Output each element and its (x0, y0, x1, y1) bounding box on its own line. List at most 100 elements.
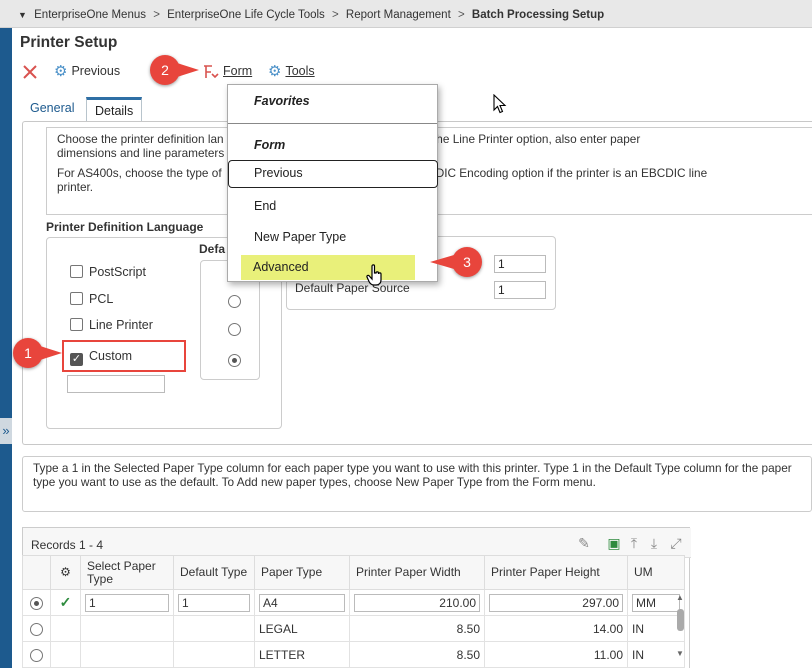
option-label: Line Printer (89, 318, 153, 332)
download-icon[interactable]: ⤓ (645, 534, 663, 552)
select-cell[interactable]: 1 (80, 589, 174, 616)
form-icon (204, 64, 219, 78)
width-cell[interactable]: 8.50 (349, 615, 485, 642)
description-text: For AS400s, choose the type of (57, 166, 222, 180)
column-select-paper-type[interactable]: Select Paper Type (80, 555, 174, 590)
form-menu-button[interactable]: Form (202, 60, 252, 82)
default-radio[interactable] (228, 295, 241, 308)
records-count: Records 1 - 4 (31, 538, 104, 552)
menu-favorites-header: Favorites (254, 94, 310, 108)
width-input[interactable]: 210.00 (354, 593, 480, 612)
grid-scrollbar[interactable]: ▲ ▼ (674, 593, 686, 663)
expand-rail-icon[interactable]: » (0, 418, 12, 444)
default-radio-selected[interactable] (228, 354, 241, 367)
table-row[interactable]: ✓ 1 1 A4 210.00 297.00 MM (22, 589, 685, 616)
height-cell[interactable]: 11.00 (484, 641, 628, 668)
paper-type-cell[interactable]: LETTER (254, 641, 350, 668)
default-cell[interactable] (173, 615, 255, 642)
callout-1: 1 (13, 338, 43, 368)
menu-item-new-paper-type[interactable]: New Paper Type (254, 230, 346, 244)
column-default-type[interactable]: Default Type (173, 555, 255, 590)
option-line-printer[interactable]: Line Printer (70, 317, 153, 333)
callout-pointer (430, 255, 454, 269)
column-printer-paper-width[interactable]: Printer Paper Width (349, 555, 485, 590)
menu-item-advanced[interactable]: Advanced (241, 255, 415, 280)
menu-form-header: Form (254, 138, 286, 152)
check-icon: ✓ (50, 589, 81, 616)
tab-general[interactable]: General (22, 97, 82, 121)
row-radio[interactable] (22, 589, 51, 616)
gear-icon: ⚙ (54, 62, 68, 80)
width-cell[interactable]: 210.00 (349, 589, 485, 616)
status-cell (50, 641, 81, 668)
tools-menu-button[interactable]: ⚙ Tools (268, 60, 315, 82)
scroll-up-icon[interactable]: ▲ (676, 593, 684, 602)
select-cell[interactable] (80, 641, 174, 668)
option-pcl[interactable]: PCL (70, 291, 113, 307)
option-label: PostScript (89, 265, 146, 279)
option-postscript[interactable]: PostScript (70, 264, 146, 280)
default-heading: Defa (199, 242, 226, 256)
tools-label: Tools (285, 64, 315, 78)
form-label: Form (223, 64, 253, 78)
default-cell[interactable] (173, 641, 255, 668)
description-text: e EBCDIC Encoding option if the printer … (401, 166, 708, 180)
row-radio[interactable] (22, 615, 51, 642)
checkbox[interactable] (70, 265, 83, 278)
menu-item-end[interactable]: End (254, 199, 276, 213)
menu-item-previous[interactable]: Previous (228, 160, 438, 188)
checkbox[interactable] (70, 318, 83, 331)
custom-value-input[interactable] (67, 375, 165, 393)
row-radio[interactable] (22, 641, 51, 668)
default-radio[interactable] (228, 323, 241, 336)
breadcrumb-current: Batch Processing Setup (471, 9, 605, 21)
table-row[interactable]: LETTER 8.50 11.00 IN (22, 641, 685, 668)
column-printer-paper-height[interactable]: Printer Paper Height (484, 555, 628, 590)
previous-button[interactable]: ⚙ Previous (54, 60, 120, 82)
callout-pointer (177, 63, 199, 77)
paper-type-input[interactable]: A4 (259, 593, 345, 612)
breadcrumb: ▼ EnterpriseOne Menus > EnterpriseOne Li… (0, 0, 812, 28)
breadcrumb-separator: > (457, 9, 465, 21)
column-um[interactable]: UM (627, 555, 685, 590)
default-input[interactable]: 1 (178, 593, 250, 612)
default-cell[interactable]: 1 (173, 589, 255, 616)
expand-icon[interactable]: ⤢ (667, 534, 685, 552)
scroll-down-icon[interactable]: ▼ (676, 649, 684, 658)
paper-type-cell[interactable]: A4 (254, 589, 350, 616)
breadcrumb-separator: > (153, 9, 160, 21)
table-row[interactable]: LEGAL 8.50 14.00 IN (22, 615, 685, 642)
breadcrumb-menu-icon[interactable]: ▼ (18, 10, 27, 20)
option-custom[interactable]: ✓ Custom (70, 348, 132, 366)
description-text: printer. (57, 180, 94, 194)
callout-3: 3 (452, 247, 482, 277)
default-paper-source-label: Default Paper Source (295, 281, 410, 295)
height-input[interactable]: 297.00 (489, 593, 623, 612)
checkbox-checked[interactable]: ✓ (70, 353, 83, 366)
cancel-button[interactable] (22, 60, 38, 82)
status-cell (50, 615, 81, 642)
checkbox[interactable] (70, 292, 83, 305)
height-cell[interactable]: 14.00 (484, 615, 628, 642)
grid-settings-icon[interactable]: ⚙ (50, 555, 81, 590)
breadcrumb-item-3[interactable]: Report Management (346, 9, 451, 21)
upload-icon[interactable]: ⤒ (625, 534, 643, 552)
height-cell[interactable]: 297.00 (484, 589, 628, 616)
column-paper-type[interactable]: Paper Type (254, 555, 350, 590)
breadcrumb-item-2[interactable]: EnterpriseOne Life Cycle Tools (167, 9, 325, 21)
paper-value-input[interactable]: 1 (494, 255, 546, 273)
select-cell[interactable] (80, 615, 174, 642)
page-title: Printer Setup (20, 34, 118, 51)
breadcrumb-item-1[interactable]: EnterpriseOne Menus (34, 9, 146, 21)
scroll-thumb[interactable] (677, 609, 684, 631)
tab-details[interactable]: Details (86, 97, 143, 121)
save-icon[interactable]: ▣ (605, 534, 623, 552)
gear-icon: ⚙ (268, 62, 282, 80)
edit-grid-icon[interactable]: ✎ (575, 534, 593, 552)
paper-type-cell[interactable]: LEGAL (254, 615, 350, 642)
select-input[interactable]: 1 (85, 593, 169, 612)
um-input[interactable]: MM (632, 593, 680, 612)
help-text: Type a 1 in the Selected Paper Type colu… (22, 456, 812, 512)
default-paper-source-input[interactable]: 1 (494, 281, 546, 299)
width-cell[interactable]: 8.50 (349, 641, 485, 668)
